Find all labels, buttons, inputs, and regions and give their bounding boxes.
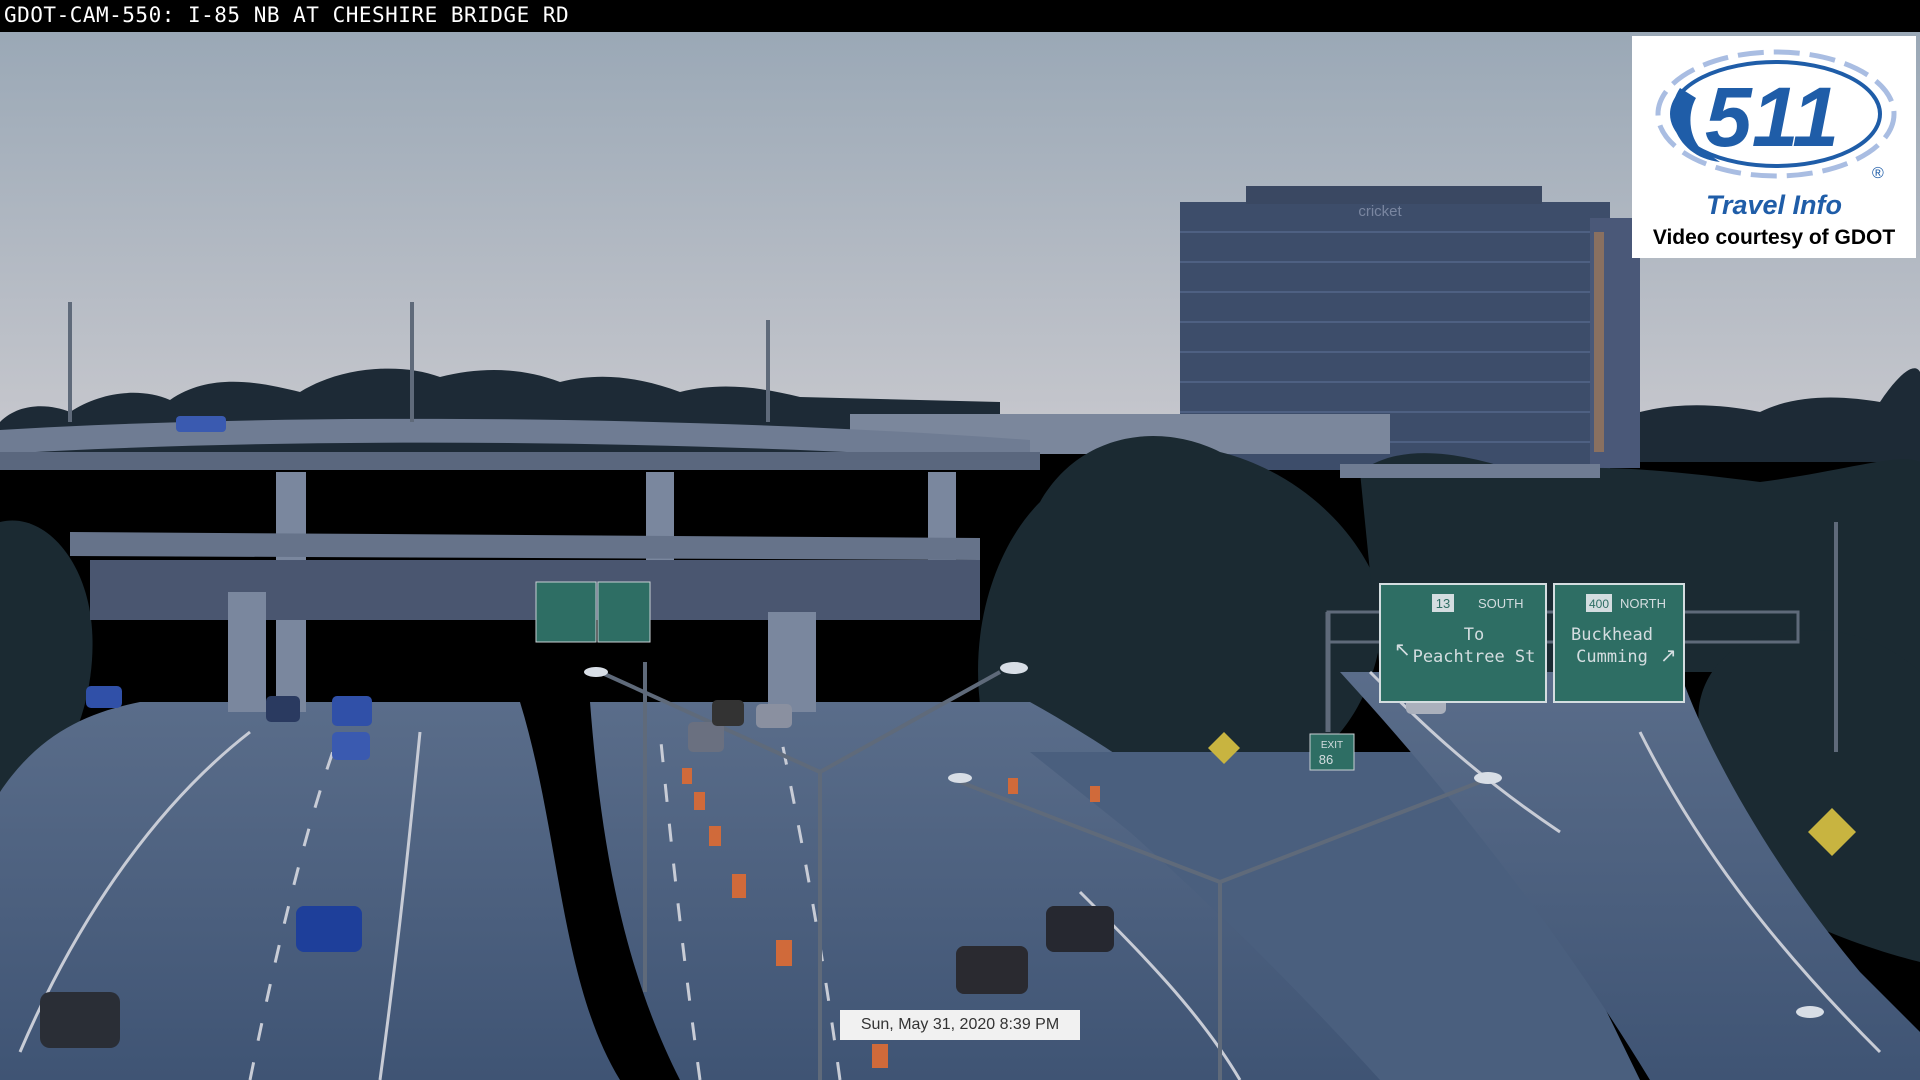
camera-title: GDOT-CAM-550: I-85 NB AT CHESHIRE BRIDGE… bbox=[4, 3, 570, 27]
car bbox=[176, 416, 226, 432]
logo-number: 511 bbox=[1705, 70, 1839, 164]
camera-frame: GDOT-CAM-550: I-85 NB AT CHESHIRE BRIDGE… bbox=[0, 0, 1920, 1080]
sign-left-route: 13 bbox=[1436, 596, 1450, 611]
logo-511-icon: 511 ® bbox=[1655, 49, 1897, 182]
car bbox=[296, 906, 362, 952]
sign-left-direction: SOUTH bbox=[1478, 596, 1524, 611]
sign-left-line2: Peachtree St bbox=[1413, 647, 1536, 667]
arrow-left-icon: ↖ bbox=[1394, 637, 1411, 661]
car bbox=[40, 992, 120, 1048]
sign-left-line1: To bbox=[1464, 625, 1484, 645]
sign-right-line1: Buckhead bbox=[1571, 625, 1653, 645]
camera-title-bar: GDOT-CAM-550: I-85 NB AT CHESHIRE BRIDGE… bbox=[0, 0, 1920, 32]
car bbox=[266, 696, 300, 722]
car bbox=[956, 946, 1028, 994]
car bbox=[86, 686, 122, 708]
video-credit: Video courtesy of GDOT bbox=[1652, 226, 1896, 249]
sign-right-route: 400 bbox=[1589, 597, 1609, 611]
car bbox=[1046, 906, 1114, 952]
exit-sign-number: 86 bbox=[1319, 752, 1333, 767]
building-sign: cricket bbox=[1358, 203, 1402, 220]
sign-right-direction: NORTH bbox=[1620, 596, 1666, 611]
logo-registered-mark: ® bbox=[1872, 165, 1884, 182]
lower-bridge bbox=[70, 532, 980, 712]
car bbox=[332, 732, 370, 760]
car bbox=[712, 700, 744, 726]
car bbox=[688, 722, 724, 752]
sign-right-line2: Cumming bbox=[1576, 647, 1648, 667]
travel-info-logo: 511 ® Travel Info Video courtesy of GDOT bbox=[1632, 36, 1916, 258]
logo-tagline: Travel Info bbox=[1705, 190, 1843, 220]
arrow-right-icon: ↗ bbox=[1660, 643, 1677, 667]
car bbox=[332, 696, 372, 726]
timestamp-overlay: Sun, May 31, 2020 8:39 PM bbox=[840, 1010, 1080, 1040]
exit-sign-label: EXIT bbox=[1321, 740, 1343, 751]
car bbox=[756, 704, 792, 728]
